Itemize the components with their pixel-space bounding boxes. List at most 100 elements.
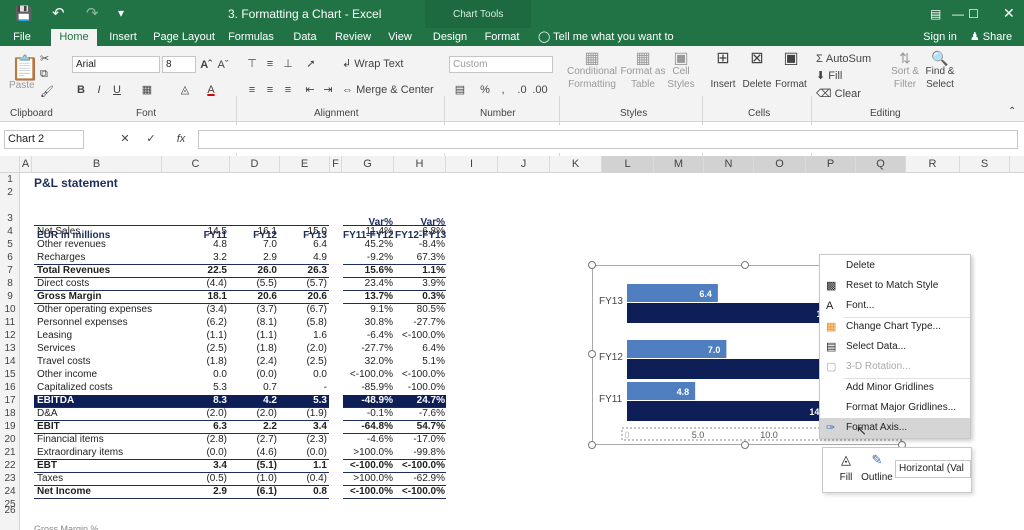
chart-handle-bl[interactable] <box>588 441 596 449</box>
tab-file[interactable]: File <box>8 29 36 46</box>
menu-font[interactable]: A Font... <box>820 296 970 316</box>
tab-format[interactable]: Format <box>480 29 524 46</box>
align-center-icon[interactable]: ≡ <box>262 82 278 98</box>
delete-cells-button[interactable]: ⊠ Delete <box>740 51 774 91</box>
row-header-1[interactable]: 1 <box>0 174 20 186</box>
col-header-m[interactable]: M <box>654 156 704 173</box>
customize-qat-icon[interactable]: ▾ <box>118 6 124 20</box>
menu-format-axis[interactable]: ✑ Format Axis... <box>820 418 970 438</box>
find-select-button[interactable]: 🔍 Find & Select <box>922 51 958 91</box>
comma-icon[interactable]: , <box>496 82 510 98</box>
tab-formulas[interactable]: Formulas <box>226 29 276 46</box>
col-header-k[interactable]: K <box>550 156 602 173</box>
row-header-13[interactable]: 13 <box>0 343 20 355</box>
menu-select-data[interactable]: ▤ Select Data... <box>820 337 970 357</box>
formula-input[interactable] <box>198 130 1018 149</box>
fill-color-icon[interactable]: ◬ <box>176 82 194 98</box>
currency-icon[interactable]: ▤ <box>452 82 468 98</box>
merge-center-button[interactable]: ⇔ Merge & Center <box>342 82 438 98</box>
borders-icon[interactable]: ▦ <box>138 82 156 98</box>
percent-icon[interactable]: % <box>478 82 492 98</box>
increase-indent-icon[interactable]: ⇥ <box>320 82 336 98</box>
row-header-15[interactable]: 15 <box>0 369 20 381</box>
col-header-d[interactable]: D <box>230 156 280 173</box>
row-header-5[interactable]: 5 <box>0 239 20 251</box>
row-header-4[interactable]: 4 <box>0 226 20 238</box>
maximize-icon[interactable]: ☐ <box>968 7 979 21</box>
chart-handle-tl[interactable] <box>588 261 596 269</box>
tab-page-layout[interactable]: Page Layout <box>152 29 216 46</box>
col-header-i[interactable]: I <box>446 156 498 173</box>
cell-styles-button[interactable]: ▣ Cell Styles <box>664 51 698 91</box>
menu-3d-rotation[interactable]: ▢ 3-D Rotation... <box>820 357 970 377</box>
col-header-e[interactable]: E <box>280 156 330 173</box>
col-header-r[interactable]: R <box>906 156 960 173</box>
format-cells-button[interactable]: ▣ Format <box>774 51 808 91</box>
row-header-8[interactable]: 8 <box>0 278 20 290</box>
tell-me-box[interactable]: ◯ Tell me what you want to do... <box>538 29 698 60</box>
col-header-l[interactable]: L <box>602 156 654 173</box>
clear-button[interactable]: ⌫ Clear <box>816 86 886 102</box>
row-header-20[interactable]: 20 <box>0 434 20 446</box>
align-bottom-icon[interactable]: ⊥ <box>280 56 296 72</box>
decrease-indent-icon[interactable]: ⇤ <box>302 82 318 98</box>
redo-icon[interactable]: ↷ <box>86 4 99 22</box>
conditional-formatting-button[interactable]: ▦ Conditional Formatting <box>564 51 620 91</box>
fill-button[interactable]: ⬇ Fill <box>816 68 886 84</box>
row-header-21[interactable]: 21 <box>0 447 20 459</box>
col-header-c[interactable]: C <box>162 156 230 173</box>
share-button[interactable]: ♟ Share <box>968 29 1014 46</box>
col-header-b[interactable]: B <box>32 156 162 173</box>
sort-filter-button[interactable]: ⇅ Sort & Filter <box>888 51 922 91</box>
outline-button[interactable]: ✎ Outline <box>861 452 893 483</box>
tab-design[interactable]: Design <box>431 29 469 46</box>
align-top-icon[interactable]: ⊤ <box>244 56 260 72</box>
row-header-2[interactable]: 2 <box>0 187 20 199</box>
row-header-26[interactable]: 26 <box>0 505 20 517</box>
col-header-a[interactable]: A <box>20 156 32 173</box>
underline-button[interactable]: U <box>110 82 124 98</box>
row-header-9[interactable]: 9 <box>0 291 20 303</box>
chart-element-dropdown[interactable]: Horizontal (Val <box>895 460 971 478</box>
wrap-text-button[interactable]: ↲ Wrap Text <box>342 56 422 72</box>
font-size-select[interactable]: 8 <box>162 56 196 73</box>
paste-label[interactable]: Paste <box>9 80 35 91</box>
col-header-q[interactable]: Q <box>856 156 906 173</box>
insert-cells-button[interactable]: ⊞ Insert <box>706 51 740 91</box>
chart-handle-tm[interactable] <box>741 261 749 269</box>
font-family-select[interactable]: Arial <box>72 56 160 73</box>
number-format-select[interactable]: Custom <box>449 56 553 73</box>
tab-data[interactable]: Data <box>288 29 322 46</box>
row-header-23[interactable]: 23 <box>0 473 20 485</box>
orientation-icon[interactable]: ➚ <box>302 56 320 72</box>
row-header-11[interactable]: 11 <box>0 317 20 329</box>
save-icon[interactable]: 💾 <box>15 5 32 22</box>
col-header-h[interactable]: H <box>394 156 446 173</box>
copy-icon[interactable]: ⧉ <box>40 68 48 81</box>
align-left-icon[interactable]: ≡ <box>244 82 260 98</box>
align-right-icon[interactable]: ≡ <box>280 82 296 98</box>
row-header-18[interactable]: 18 <box>0 408 20 420</box>
enter-icon[interactable]: ✓ <box>144 131 158 147</box>
col-header-n[interactable]: N <box>704 156 754 173</box>
col-header-p[interactable]: P <box>806 156 856 173</box>
increase-decimal-icon[interactable]: .0 <box>514 82 530 98</box>
row-header-22[interactable]: 22 <box>0 460 20 472</box>
font-color-icon[interactable]: A <box>204 82 218 98</box>
increase-font-icon[interactable]: Aˆ <box>198 57 214 73</box>
col-header-s[interactable]: S <box>960 156 1010 173</box>
row-header-6[interactable]: 6 <box>0 252 20 264</box>
insert-function-button[interactable]: fx <box>172 131 190 147</box>
menu-add-minor-gridlines[interactable]: Add Minor Gridlines <box>820 378 970 398</box>
col-header-g[interactable]: G <box>342 156 394 173</box>
tab-home[interactable]: Home <box>51 29 97 46</box>
row-header-19[interactable]: 19 <box>0 421 20 433</box>
row-header-10[interactable]: 10 <box>0 304 20 316</box>
row-header-12[interactable]: 12 <box>0 330 20 342</box>
close-icon[interactable]: ✕ <box>1003 5 1015 22</box>
menu-change-chart-type[interactable]: ▦ Change Chart Type... <box>820 317 970 337</box>
sign-in-link[interactable]: Sign in <box>920 29 960 46</box>
decrease-decimal-icon[interactable]: .00 <box>532 82 548 98</box>
menu-format-major-gridlines[interactable]: Format Major Gridlines... <box>820 398 970 418</box>
tab-insert[interactable]: Insert <box>104 29 142 46</box>
